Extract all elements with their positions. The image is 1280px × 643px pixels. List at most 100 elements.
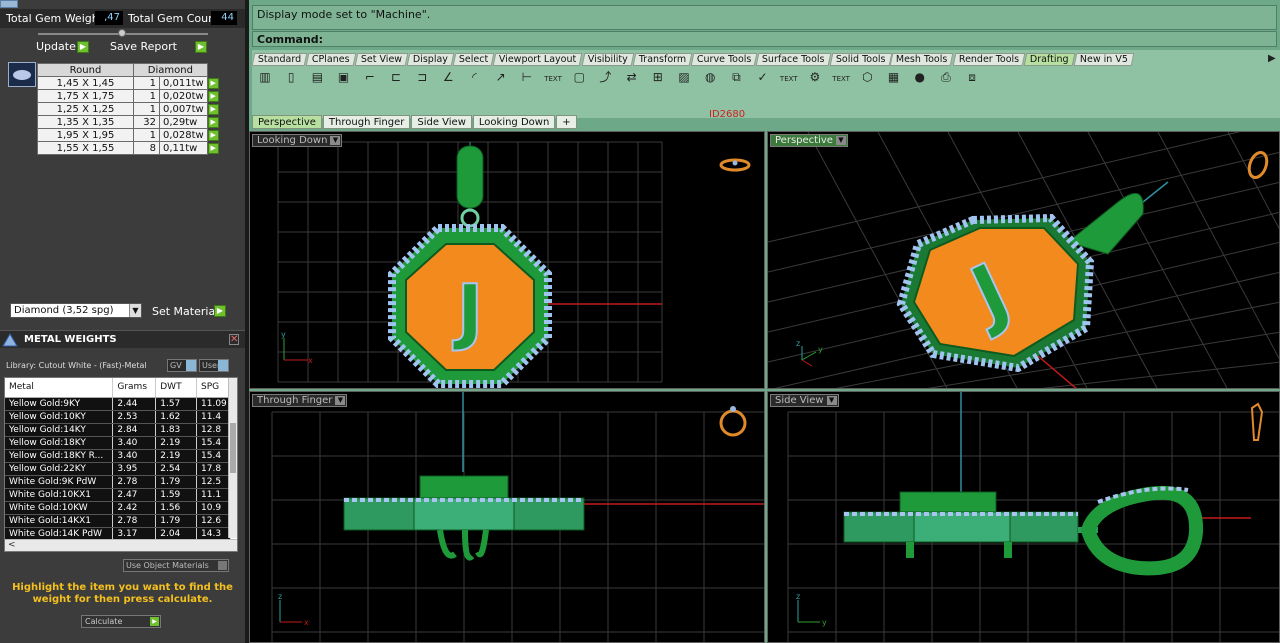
metal-row[interactable]: White Gold:14KX1 2.78 1.79 12.6 [5, 514, 231, 528]
ordinate-icon[interactable]: ⊢ [518, 68, 536, 86]
toolbar-tab[interactable]: CPlanes [305, 53, 357, 66]
metal-row[interactable]: Yellow Gold:18KY 3.40 2.19 15.4 [5, 436, 231, 450]
text-icon[interactable]: TEXT [544, 70, 562, 88]
toolbar-tab[interactable]: Set View [354, 53, 409, 66]
metal-row[interactable]: White Gold:10KX1 2.47 1.59 11.1 [5, 488, 231, 502]
radius-dimension-icon[interactable]: ◜ [466, 68, 484, 86]
toolbar-tab[interactable]: Transform [632, 53, 693, 66]
toolbar-tab[interactable]: Drafting [1023, 53, 1076, 66]
save-report-button[interactable]: ▶ [195, 41, 207, 53]
toolbar-tab[interactable]: Display [406, 53, 455, 66]
gem-row[interactable]: 1,75 X 1,75 1 0,020tw ▶ [37, 89, 220, 103]
report-slider-handle[interactable] [118, 29, 126, 37]
chevron-down-icon[interactable]: ▼ [826, 396, 837, 405]
viewport-tab[interactable]: Side View [411, 115, 472, 129]
gem-row-select-button[interactable]: ▶ [207, 129, 219, 141]
panel-menu-icon[interactable] [0, 0, 18, 8]
text-object-icon[interactable]: TEXT [780, 70, 798, 88]
metal-row[interactable]: Yellow Gold:22KY 3.95 2.54 17.8 [5, 462, 231, 476]
gem-row-select-button[interactable]: ▶ [207, 142, 219, 154]
toolbar-tab[interactable]: Render Tools [952, 53, 1026, 66]
material-select[interactable]: Diamond (3,52 spg) ▼ [10, 303, 142, 318]
metal-table-vertical-scrollbar[interactable] [228, 378, 237, 538]
checkbox-icon[interactable] [218, 561, 227, 570]
make-2d-icon[interactable]: ⧉ [727, 68, 745, 86]
calculate-button[interactable]: Calculate ▶ [81, 615, 161, 628]
check-icon[interactable]: ✓ [754, 68, 772, 86]
close-icon[interactable]: ✕ [229, 334, 239, 345]
viewport-label[interactable]: Perspective ▼ [770, 134, 848, 147]
center-mark-icon[interactable]: ⊞ [649, 68, 667, 86]
hatch-icon[interactable]: ▨ [675, 68, 693, 86]
unit-select[interactable]: GV [167, 359, 197, 372]
dimension-icon[interactable]: ⌐ [361, 68, 379, 86]
chevron-down-icon[interactable]: ▼ [129, 304, 141, 317]
gem-row[interactable]: 1,55 X 1,55 8 0,11tw ▶ [37, 141, 220, 155]
metal-table-horizontal-scrollbar[interactable]: < [5, 539, 237, 551]
add-viewport-tab[interactable]: + [556, 115, 577, 129]
gem-row[interactable]: 1,35 X 1,35 32 0,29tw ▶ [37, 115, 220, 129]
command-prompt[interactable]: Command: [252, 31, 1277, 47]
set-material-button[interactable]: ▶ [214, 305, 226, 317]
box-icon[interactable]: ⬡ [858, 68, 876, 86]
viewport-label[interactable]: Looking Down ▼ [252, 134, 343, 147]
viewport-tab[interactable]: Perspective [252, 115, 322, 129]
arrow-icon[interactable]: ⇄ [623, 68, 641, 86]
metal-row[interactable]: White Gold:10KW 2.42 1.56 10.9 [5, 501, 231, 515]
rotated-dimension-icon[interactable]: ⊐ [413, 68, 431, 86]
toolbar-tab[interactable]: New in V5 [1073, 53, 1135, 66]
toolbar-tab[interactable]: Curve Tools [690, 53, 758, 66]
user-select[interactable]: User [199, 359, 229, 372]
gem-row-select-button[interactable]: ▶ [207, 90, 219, 102]
chevron-down-icon[interactable]: ▼ [835, 136, 846, 145]
chevron-down-icon[interactable]: ▼ [335, 396, 346, 405]
print-icon[interactable]: ⎙ [937, 68, 955, 86]
export-icon[interactable]: ⧈ [963, 68, 981, 86]
toolbar-tab[interactable]: Solid Tools [829, 53, 892, 66]
gem-row-select-button[interactable]: ▶ [207, 116, 219, 128]
grams-col-header[interactable]: Grams [112, 378, 157, 398]
viewport-side-view[interactable]: z y Side View ▼ [767, 391, 1280, 643]
table-icon[interactable]: ▦ [885, 68, 903, 86]
metal-row[interactable]: Yellow Gold:18KY R... 3.40 2.19 15.4 [5, 449, 231, 463]
spg-col-header[interactable]: SPG [196, 378, 231, 398]
dwt-col-header[interactable]: DWT [155, 378, 198, 398]
sphere-icon[interactable]: ● [911, 68, 929, 86]
toolbar-tab[interactable]: Standard [251, 53, 308, 66]
update-button-label[interactable]: Update [36, 40, 76, 54]
viewport-looking-down[interactable]: J y x Looking Down ▼ [249, 131, 765, 389]
use-object-materials-toggle[interactable]: Use Object Materials [123, 559, 229, 572]
text-field-icon[interactable]: TEXT [832, 70, 850, 88]
aligned-dimension-icon[interactable]: ⊏ [387, 68, 405, 86]
toolbar-tab[interactable]: Visibility [581, 53, 634, 66]
page-icon[interactable]: ▤ [308, 68, 326, 86]
gem-row-select-button[interactable]: ▶ [207, 103, 219, 115]
chevron-down-icon[interactable]: ▼ [330, 136, 341, 145]
viewport-through-finger[interactable]: z x Through Finger ▼ [249, 391, 765, 643]
metal-row[interactable]: Yellow Gold:14KY 2.84 1.83 12.8 [5, 423, 231, 437]
toolbar-tab[interactable]: Mesh Tools [890, 53, 955, 66]
viewport-label[interactable]: Side View ▼ [770, 394, 839, 407]
viewport-label[interactable]: Through Finger ▼ [252, 394, 348, 407]
update-button[interactable]: ▶ [77, 41, 89, 53]
detail-icon[interactable]: ▣ [335, 68, 353, 86]
toolbar-tab[interactable]: Surface Tools [755, 53, 832, 66]
leader-icon[interactable]: ↗ [492, 68, 510, 86]
gem-row[interactable]: 1,45 X 1,45 1 0,011tw ▶ [37, 76, 220, 90]
save-report-button-label[interactable]: Save Report [110, 40, 177, 54]
set-material-label[interactable]: Set Material [152, 305, 218, 318]
annotation-style-icon[interactable]: ⚙ [806, 68, 824, 86]
viewport-tab[interactable]: Through Finger [322, 115, 411, 129]
toolbar-tab[interactable]: Select [452, 53, 495, 66]
metal-col-header[interactable]: Metal [5, 378, 114, 398]
viewport-tab[interactable]: Looking Down [472, 115, 556, 129]
viewport-perspective[interactable]: J z y Perspective ▼ [767, 131, 1280, 389]
gem-row[interactable]: 1,95 X 1,95 1 0,028tw ▶ [37, 128, 220, 142]
metal-row[interactable]: Yellow Gold:10KY 2.53 1.62 11.4 [5, 410, 231, 424]
gem-row[interactable]: 1,25 X 1,25 1 0,007tw ▶ [37, 102, 220, 116]
chevron-down-icon[interactable] [186, 360, 196, 371]
gem-row-select-button[interactable]: ▶ [207, 77, 219, 89]
chevron-down-icon[interactable] [218, 360, 228, 371]
layout-icon[interactable]: ▥ [256, 68, 274, 86]
text-block-icon[interactable]: ▢ [570, 68, 588, 86]
